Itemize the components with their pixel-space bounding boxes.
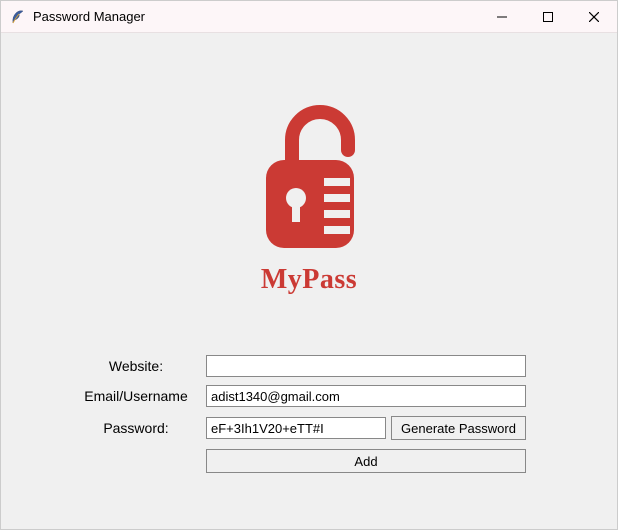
logo: MyPass	[219, 98, 399, 296]
maximize-button[interactable]	[525, 1, 571, 33]
website-input[interactable]	[206, 355, 526, 377]
close-button[interactable]	[571, 1, 617, 33]
email-input[interactable]	[206, 385, 526, 407]
password-input[interactable]	[206, 417, 386, 439]
lock-icon	[244, 98, 374, 258]
titlebar: Password Manager	[1, 1, 617, 33]
row-website: Website:	[66, 353, 566, 379]
form: Website: Email/Username Password: Genera…	[66, 353, 566, 479]
window-controls	[479, 1, 617, 32]
row-password: Password: Generate Password	[66, 415, 566, 441]
minimize-button[interactable]	[479, 1, 525, 33]
client-area: MyPass Website: Email/Username Password:…	[1, 33, 617, 529]
window-title: Password Manager	[33, 9, 479, 24]
app-window: Password Manager	[0, 0, 618, 530]
row-email: Email/Username	[66, 383, 566, 409]
generate-password-button[interactable]: Generate Password	[391, 416, 526, 440]
add-button[interactable]: Add	[206, 449, 526, 473]
website-label: Website:	[66, 358, 206, 374]
row-add: Add	[66, 447, 566, 475]
password-label: Password:	[66, 420, 206, 436]
brand-text: MyPass	[261, 264, 357, 296]
app-icon	[9, 9, 25, 25]
email-label: Email/Username	[66, 388, 206, 404]
